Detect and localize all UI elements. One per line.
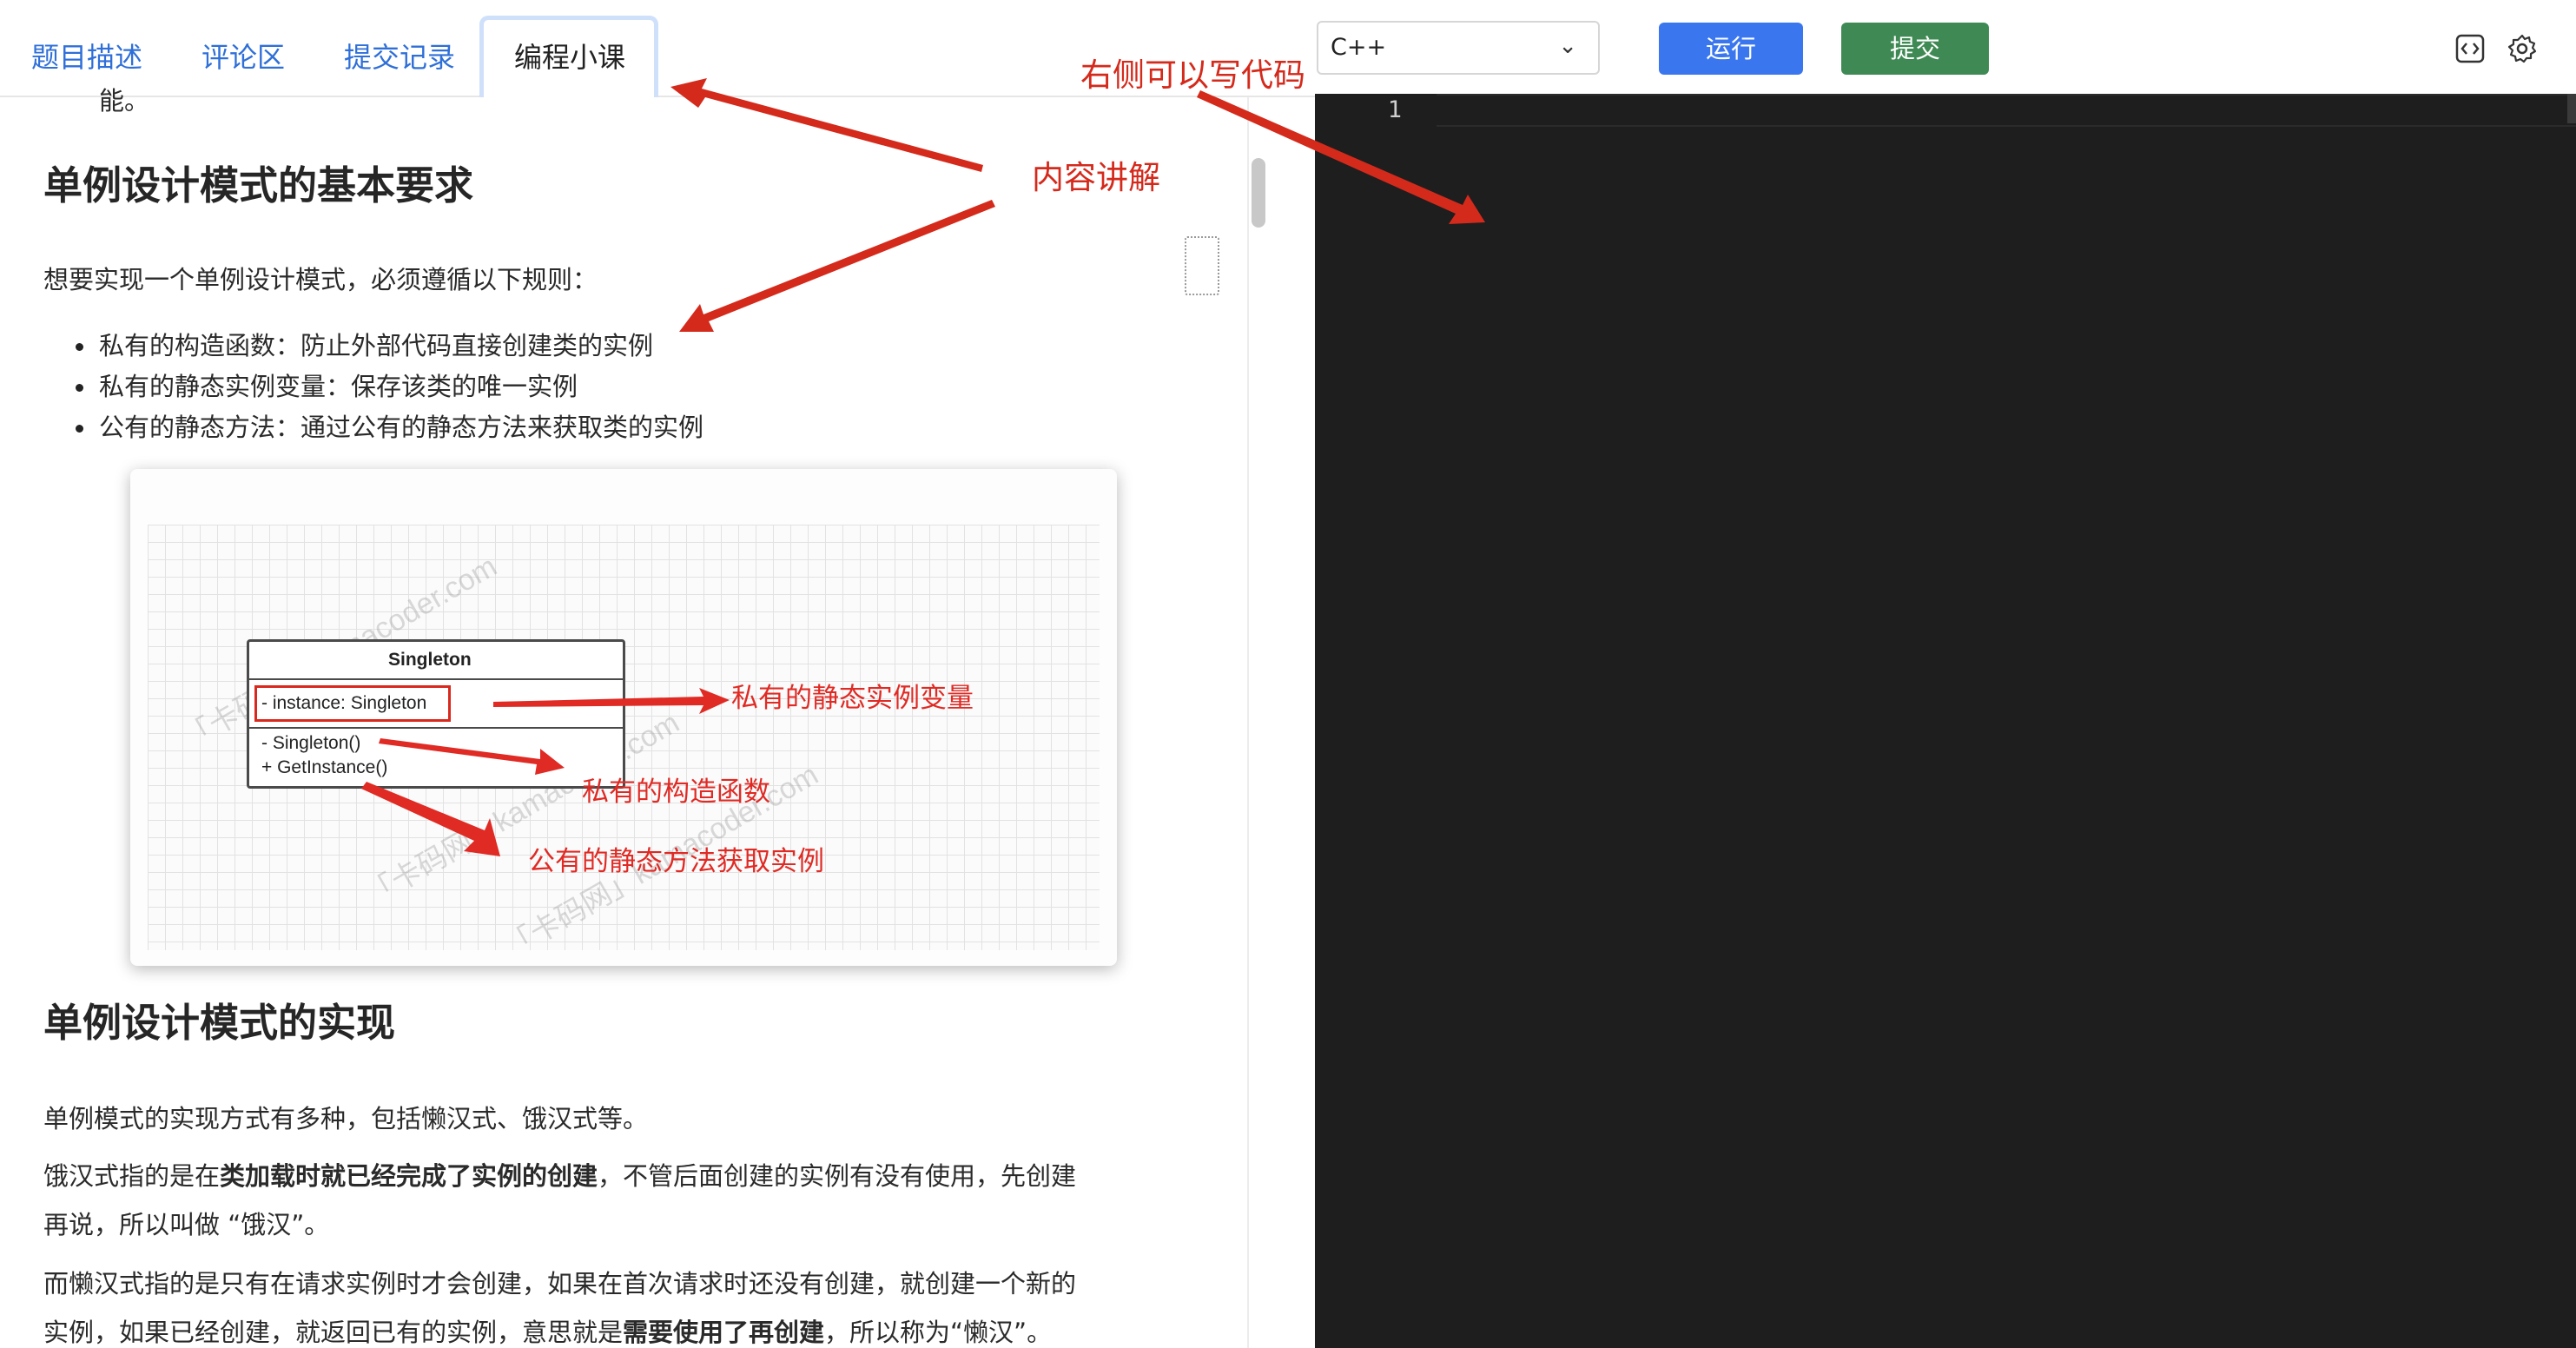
paragraph-eager-line1: 饿汉式指的是在类加载时就已经完成了实例的创建，不管后面创建的实例有没有使用，先创… [43,1161,1077,1191]
arrow-to-static-method [361,782,500,856]
line-number: 1 [1387,96,1402,123]
paragraph-lazy-line2: 实例，如果已经创建，就返回已有的实例，意思就是需要使用了再创建，所以称为“懒汉”… [43,1318,1053,1347]
heading-implementation: 单例设计模式的实现 [43,1000,396,1046]
chevron-down-icon: ⌄ [1558,33,1577,59]
paragraph-methods: 单例模式的实现方式有多种，包括懒汉式、饿汉式等。 [43,1104,649,1133]
list-item: 公有的静态方法：通过公有的静态方法来获取类的实例 [99,413,704,442]
tab-submissions[interactable]: 提交记录 [344,40,455,75]
callout-content-explanation: 内容讲解 [1032,159,1160,196]
figure-arrows [361,688,730,856]
bullet-dot [76,384,83,392]
arrow-to-static-instance [493,688,730,714]
submit-button[interactable]: 提交 [1841,23,1989,75]
partial-line: 能。 [99,86,150,116]
heading-requirements: 单例设计模式的基本要求 [43,162,474,208]
tab-problem-description[interactable]: 题目描述 [31,40,142,75]
language-select-value: C++ [1331,34,1387,61]
bullet-dot [76,343,83,351]
settings-gear-icon[interactable] [2507,33,2538,64]
run-button[interactable]: 运行 [1659,23,1803,75]
tab-comments[interactable]: 评论区 [201,40,285,75]
bold-lazy-definition: 需要使用了再创建 [623,1318,825,1347]
problem-panel: 题目描述 评论区 提交记录 编程小课 能。 单例设计模式的基本要求 想要实现一个… [0,0,1315,1348]
paragraph-eager-line2: 再说，所以叫做 “饿汉”。 [43,1210,330,1239]
arrow-to-constructor [379,738,565,775]
paragraph-lazy-line1: 而懒汉式指的是只有在请求实例时才会创建，如果在首次请求时还没有创建，就创建一个新… [43,1269,1077,1298]
list-item: 私有的构造函数：防止外部代码直接创建类的实例 [99,331,654,360]
bold-eager-definition: 类加载时就已经完成了实例的创建 [220,1161,598,1191]
code-editor[interactable]: 1 [1315,94,2576,1348]
editor-current-line [1437,94,2576,127]
language-select[interactable]: C++ ⌄ [1317,21,1600,75]
singleton-uml-figure: 「卡码网」kamacoder.com 「卡码网」kamacoder.com 「卡… [130,469,1117,966]
callout-write-code: 右侧可以写代码 [1080,56,1305,94]
intro-paragraph: 想要实现一个单例设计模式，必须遵循以下规则： [43,265,598,294]
editor-scrollbar[interactable] [2567,94,2576,123]
bullet-dot [76,425,83,433]
article-scrollbar[interactable] [1252,158,1265,228]
code-view-icon[interactable] [2454,33,2486,64]
list-item: 私有的静态实例变量：保存该类的唯一实例 [99,372,578,401]
tab-programming-lesson[interactable]: 编程小课 [514,40,625,75]
panel-divider [1247,97,1249,1348]
copy-placeholder-icon[interactable] [1185,236,1219,295]
